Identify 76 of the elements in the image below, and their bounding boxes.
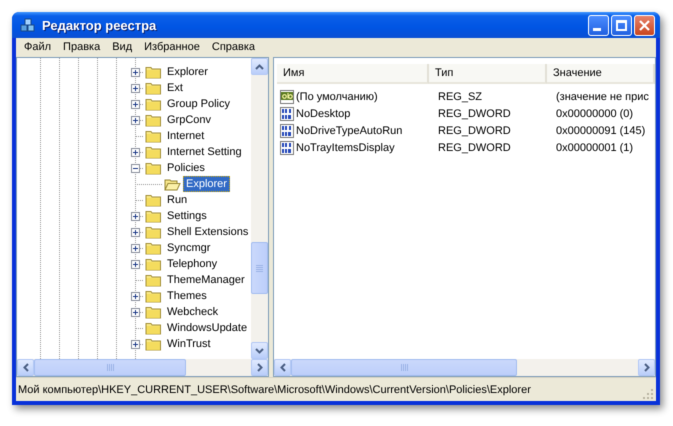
menu-item[interactable]: Файл bbox=[18, 41, 58, 53]
tree-item[interactable]: Internet Setting bbox=[164, 144, 245, 160]
value-data: (значение не прис bbox=[555, 90, 650, 102]
folder-icon bbox=[145, 305, 162, 319]
value-data: 0x00000001 (1) bbox=[555, 142, 634, 154]
value-name[interactable]: (По умолчанию) bbox=[296, 90, 378, 102]
binary-value-icon bbox=[279, 106, 295, 122]
menu-item[interactable]: Избранное bbox=[138, 41, 206, 53]
grip-icon bbox=[400, 364, 408, 371]
string-value-icon bbox=[279, 88, 295, 104]
tree-item[interactable]: Group Policy bbox=[164, 96, 233, 112]
folder-icon bbox=[145, 289, 162, 303]
value-type: REG_DWORD bbox=[437, 124, 512, 136]
folder-icon bbox=[145, 145, 162, 159]
menu-item[interactable]: Справка bbox=[206, 41, 262, 53]
tree-item[interactable]: Explorer bbox=[164, 64, 211, 80]
binary-value-icon bbox=[279, 122, 295, 138]
tree-item[interactable]: Syncmgr bbox=[164, 240, 214, 256]
folder-icon bbox=[145, 321, 162, 335]
status-path: Мой компьютер\HKEY_CURRENT_USER\Software\Microsoft\Windows\CurrentVersion\Policies\Explorer bbox=[18, 384, 531, 396]
folder-icon bbox=[145, 273, 162, 287]
folder-icon bbox=[145, 161, 162, 175]
column-header[interactable]: Имя bbox=[277, 64, 429, 84]
maximize-button[interactable] bbox=[611, 14, 632, 36]
value-type: REG_DWORD bbox=[437, 142, 512, 154]
folder-icon bbox=[145, 241, 162, 255]
value-type: REG_SZ bbox=[437, 90, 484, 102]
menu-item[interactable]: Правка bbox=[57, 41, 106, 53]
vertical-scrollbar[interactable] bbox=[251, 58, 268, 359]
folder-icon bbox=[145, 209, 162, 223]
tree-item[interactable]: Shell Extensions bbox=[164, 224, 251, 240]
folder-icon bbox=[145, 257, 162, 271]
tree-item[interactable]: WindowsUpdate bbox=[164, 320, 250, 336]
tree-item[interactable]: Explorer bbox=[183, 176, 230, 192]
value-name[interactable]: NoDesktop bbox=[296, 108, 350, 120]
folder-icon bbox=[145, 113, 162, 127]
value-data: 0x00000091 (145) bbox=[555, 124, 646, 136]
tree-item[interactable]: Internet bbox=[164, 128, 208, 144]
close-icon bbox=[639, 20, 650, 30]
column-header[interactable]: Тип bbox=[429, 64, 547, 84]
folder-icon bbox=[145, 129, 162, 143]
horizontal-scrollbar[interactable] bbox=[274, 359, 655, 376]
tree-item[interactable]: Run bbox=[164, 192, 190, 208]
tree-item[interactable]: Policies bbox=[164, 160, 208, 176]
grip-icon bbox=[256, 264, 263, 272]
folder-icon bbox=[145, 225, 162, 239]
grip-icon bbox=[106, 364, 114, 371]
folder-icon bbox=[145, 337, 162, 351]
folder-icon bbox=[145, 65, 162, 79]
value-name[interactable]: NoDriveTypeAutoRun bbox=[296, 124, 402, 136]
binary-value-icon bbox=[279, 140, 295, 156]
folder-icon bbox=[145, 193, 162, 207]
window-title: Редактор реестра bbox=[42, 18, 158, 32]
value-name[interactable]: NoTrayItemsDisplay bbox=[296, 142, 395, 154]
tree-item[interactable]: WinTrust bbox=[164, 336, 214, 352]
horizontal-scrollbar[interactable] bbox=[17, 359, 268, 376]
tree-item[interactable]: Telephony bbox=[164, 256, 220, 272]
open-folder-icon bbox=[164, 177, 181, 191]
tree-item[interactable]: Ext bbox=[164, 80, 186, 96]
menu-item[interactable]: Вид bbox=[106, 41, 138, 53]
registry-cubes-icon bbox=[20, 17, 36, 33]
column-header[interactable]: Значение bbox=[547, 64, 655, 84]
tree-item[interactable]: Themes bbox=[164, 288, 210, 304]
maximize-icon bbox=[616, 20, 627, 30]
resize-grip-icon bbox=[643, 389, 653, 399]
tree-item[interactable]: GrpConv bbox=[164, 112, 214, 128]
tree-item[interactable]: ThemeManager bbox=[164, 272, 248, 288]
close-button[interactable] bbox=[634, 14, 655, 36]
value-data: 0x00000000 (0) bbox=[555, 108, 634, 120]
minimize-button[interactable] bbox=[588, 14, 609, 36]
value-type: REG_DWORD bbox=[437, 108, 512, 120]
minimize-icon bbox=[593, 28, 601, 30]
tree-item[interactable]: Settings bbox=[164, 208, 210, 224]
tree-item[interactable]: Webcheck bbox=[164, 304, 222, 320]
folder-icon bbox=[145, 97, 162, 111]
folder-icon bbox=[145, 81, 162, 95]
